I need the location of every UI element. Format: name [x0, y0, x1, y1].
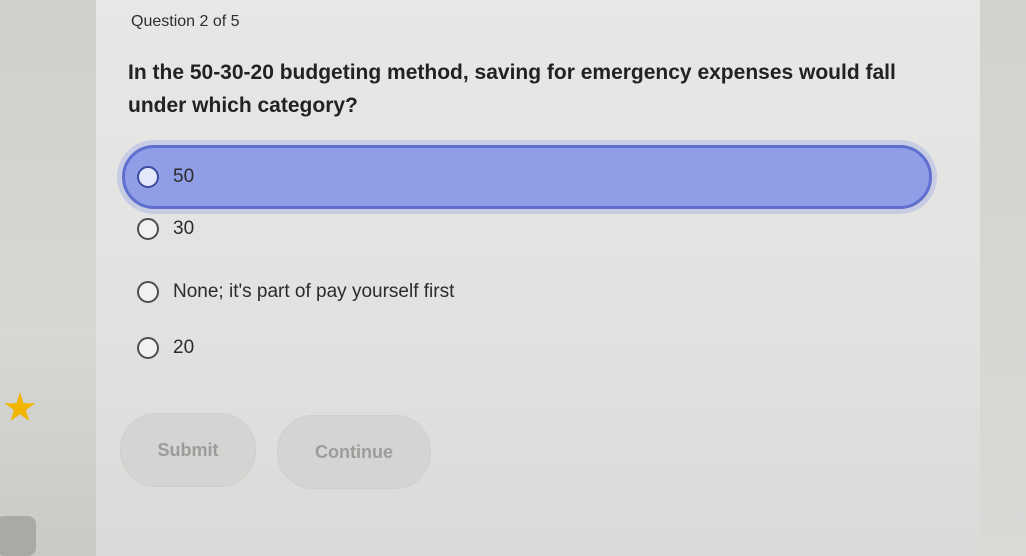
radio-icon[interactable] [137, 281, 159, 303]
continue-button[interactable]: Continue [277, 415, 431, 489]
question-text: In the 50-30-20 budgeting method, saving… [128, 61, 896, 117]
option-label: None; it's part of pay yourself first [173, 281, 455, 302]
submit-button[interactable]: Submit [120, 413, 256, 487]
app-icon[interactable] [0, 516, 36, 556]
left-rail [0, 0, 96, 556]
option-label: 20 [173, 337, 195, 358]
star-icon: ★ [2, 386, 38, 430]
option-none-pay-yourself-first[interactable]: None; it's part of pay yourself first [125, 262, 454, 322]
radio-icon[interactable] [137, 337, 159, 359]
option-label: 50 [173, 166, 195, 187]
radio-icon[interactable] [137, 166, 159, 188]
option-30[interactable]: 30 [125, 199, 194, 259]
question-counter: Question 2 of 5 [131, 13, 240, 30]
option-50[interactable]: 50 [122, 145, 932, 209]
radio-icon[interactable] [137, 218, 159, 240]
option-20[interactable]: 20 [125, 318, 194, 378]
right-rail [979, 0, 1026, 556]
option-label: 30 [173, 218, 195, 239]
